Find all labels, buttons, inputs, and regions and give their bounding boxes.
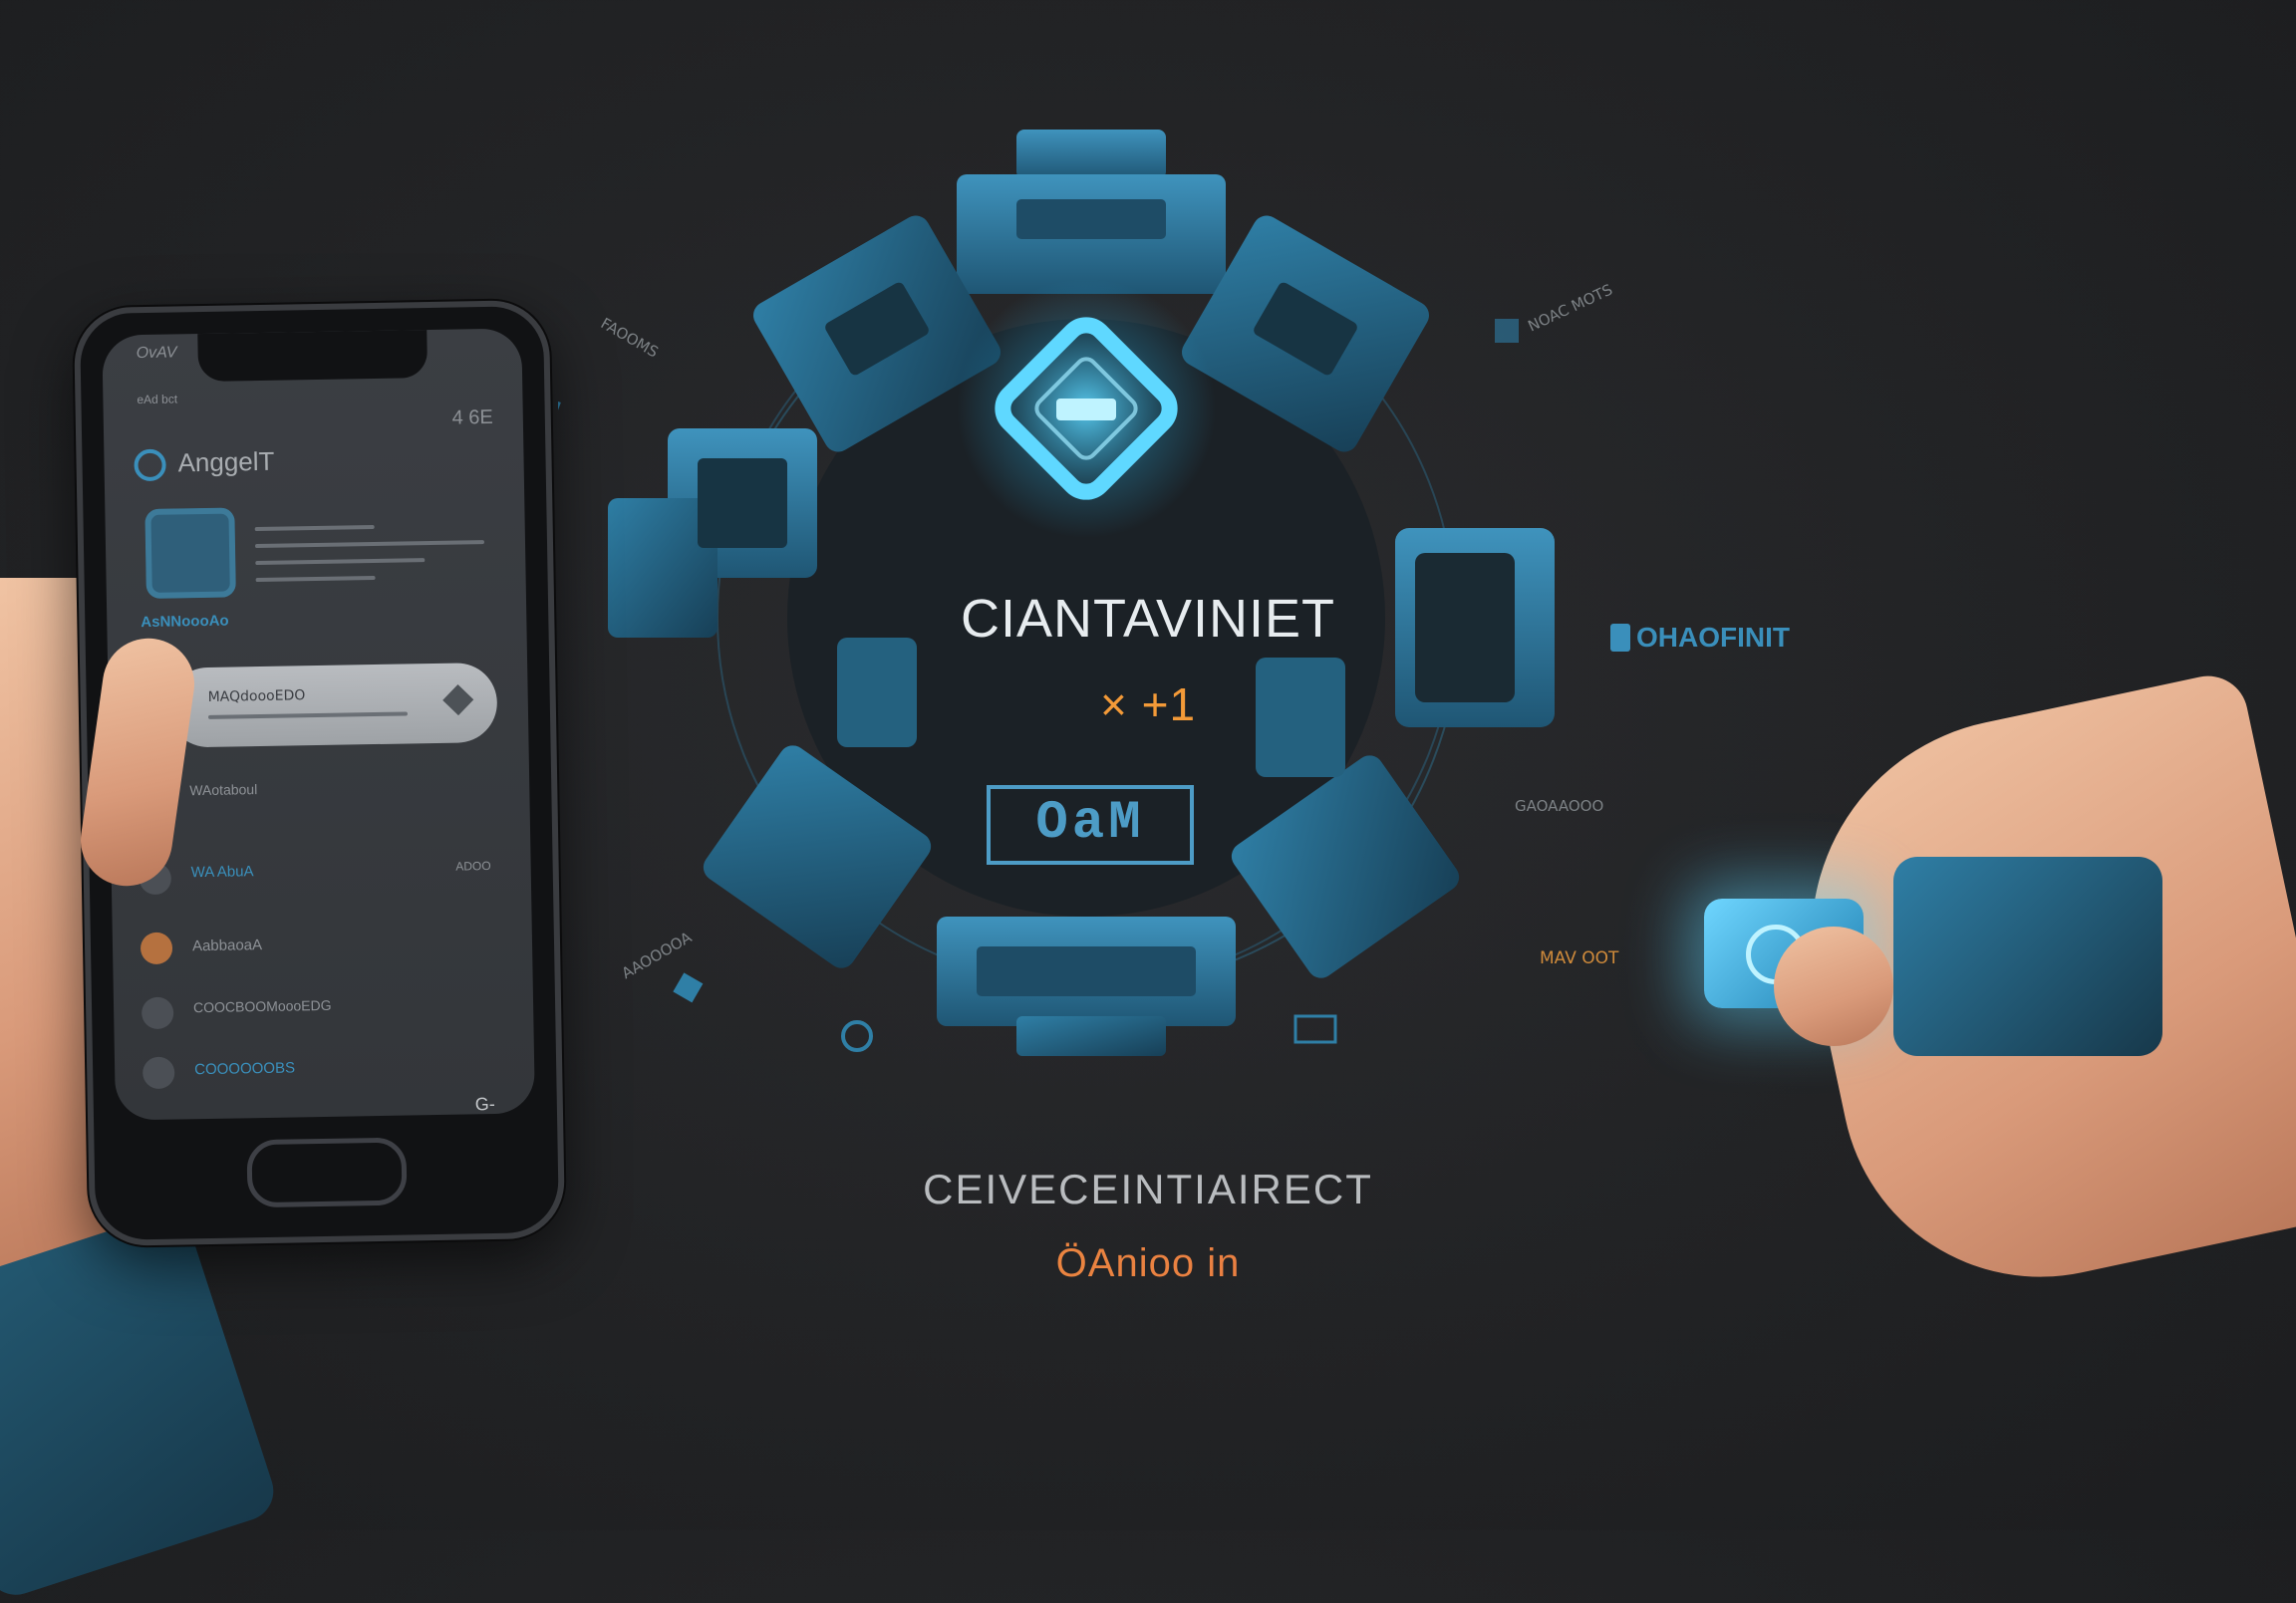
- text-line: [255, 575, 376, 583]
- phone-search-pill[interactable]: MAQdoooEDO: [167, 662, 498, 748]
- phone-status: OvAV: [136, 344, 177, 363]
- phone-footer-icon[interactable]: G-: [475, 1094, 495, 1115]
- phone-app-name: AnggelT: [177, 445, 275, 478]
- right-small-2: GAOAAOOO: [1515, 797, 1604, 815]
- text-line: [254, 540, 485, 549]
- right-fingertip: [1774, 927, 1893, 1046]
- app-logo-icon: [134, 448, 166, 482]
- pill-diamond-icon[interactable]: [442, 684, 474, 716]
- row-avatar-icon: [141, 996, 174, 1030]
- row-label-3[interactable]: AabbaoaA: [192, 936, 262, 954]
- home-button[interactable]: [245, 1137, 408, 1208]
- text-line: [255, 558, 426, 566]
- row-avatar-icon: [140, 932, 173, 965]
- phone-clock: 4 6E: [451, 405, 493, 429]
- robot-thumb-icon: [144, 507, 236, 600]
- row-label-2[interactable]: WA AbuA: [191, 863, 254, 881]
- ring-badge: OaM: [987, 785, 1194, 865]
- right-small-3: MAV OOT: [1540, 948, 1619, 968]
- phone-notch: [196, 330, 428, 383]
- pill-slider-track: [207, 711, 409, 719]
- text-line: [254, 524, 375, 532]
- right-side-label: OHAOFINIT: [1610, 622, 1790, 654]
- pill-text: MAQdoooEDO: [207, 687, 306, 705]
- row-meta-2: ADOO: [455, 859, 491, 874]
- phone-section-label: AsNNoooAo: [141, 612, 229, 632]
- row-avatar-icon: [142, 1056, 175, 1090]
- scene: CIANTAVINIET × +1 OaM OHAOFINIT NOAC MOT…: [0, 0, 2296, 1603]
- square-icon: [1610, 624, 1630, 652]
- robot-arm: [1893, 857, 2162, 1056]
- right-side-label-text: OHAOFINIT: [1636, 622, 1790, 653]
- row-label-5[interactable]: COOOOOOBS: [194, 1059, 295, 1078]
- row-label-1: WAotaboul: [189, 781, 258, 799]
- phone-status-small: eAd bct: [137, 392, 178, 407]
- row-label-4[interactable]: COOCBOOMoooEDG: [193, 997, 332, 1015]
